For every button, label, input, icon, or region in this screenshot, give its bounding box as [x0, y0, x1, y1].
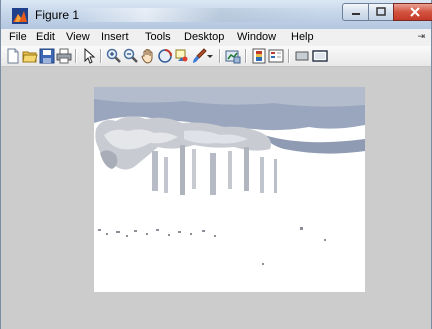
new-figure-icon[interactable]	[5, 48, 21, 64]
data-cursor-icon[interactable]	[174, 48, 190, 64]
title-bar[interactable]: Figure 1	[1, 0, 432, 29]
zoom-out-icon[interactable]	[123, 48, 139, 64]
segmented-image[interactable]	[94, 87, 365, 292]
menu-insert[interactable]: Insert	[101, 31, 129, 43]
window-title: Figure 1	[35, 8, 80, 22]
minimize-button[interactable]	[342, 3, 368, 21]
menu-tools[interactable]: Tools	[145, 31, 171, 43]
toolbar-separator	[219, 49, 221, 63]
close-button[interactable]	[393, 3, 432, 21]
menu-edit[interactable]: Edit	[36, 31, 55, 43]
show-plot-tools-icon[interactable]	[312, 48, 328, 64]
menu-window[interactable]: Window	[237, 31, 276, 43]
figure-toolbar	[1, 46, 431, 67]
figure-canvas[interactable]	[1, 67, 431, 329]
close-icon	[409, 7, 420, 17]
title-bar-glass	[71, 8, 321, 22]
menu-desktop[interactable]: Desktop	[184, 31, 224, 43]
maximize-icon	[376, 7, 386, 16]
dock-arrow-icon[interactable]: ⇥	[417, 31, 425, 42]
menu-file[interactable]: File	[9, 31, 27, 43]
menu-help[interactable]: Help	[291, 31, 314, 43]
brush-dropdown-icon[interactable]	[206, 48, 214, 64]
toolbar-separator	[245, 49, 247, 63]
maximize-button[interactable]	[368, 3, 393, 21]
pan-hand-icon[interactable]	[140, 48, 156, 64]
menu-bar: File Edit View Insert Tools Desktop Wind…	[1, 29, 431, 46]
zoom-in-icon[interactable]	[106, 48, 122, 64]
toolbar-separator	[100, 49, 102, 63]
link-plot-icon[interactable]	[225, 48, 241, 64]
legend-icon[interactable]	[268, 48, 284, 64]
print-icon[interactable]	[56, 48, 72, 64]
matlab-figure-icon	[12, 8, 28, 24]
toolbar-separator	[288, 49, 290, 63]
segmented-smoke-image	[94, 87, 365, 265]
edit-plot-pointer-icon[interactable]	[81, 48, 97, 64]
figure-window: Figure 1 File Edit View Insert Tools Des…	[0, 0, 432, 329]
open-file-icon[interactable]	[22, 48, 38, 64]
rotate-3d-icon[interactable]	[157, 48, 173, 64]
menu-view[interactable]: View	[66, 31, 90, 43]
brush-icon[interactable]	[191, 48, 207, 64]
colorbar-icon[interactable]	[251, 48, 267, 64]
save-icon[interactable]	[39, 48, 55, 64]
toolbar-separator	[75, 49, 77, 63]
minimize-icon	[351, 13, 360, 15]
caption-buttons	[342, 3, 432, 22]
hide-plot-tools-icon[interactable]	[294, 48, 310, 64]
